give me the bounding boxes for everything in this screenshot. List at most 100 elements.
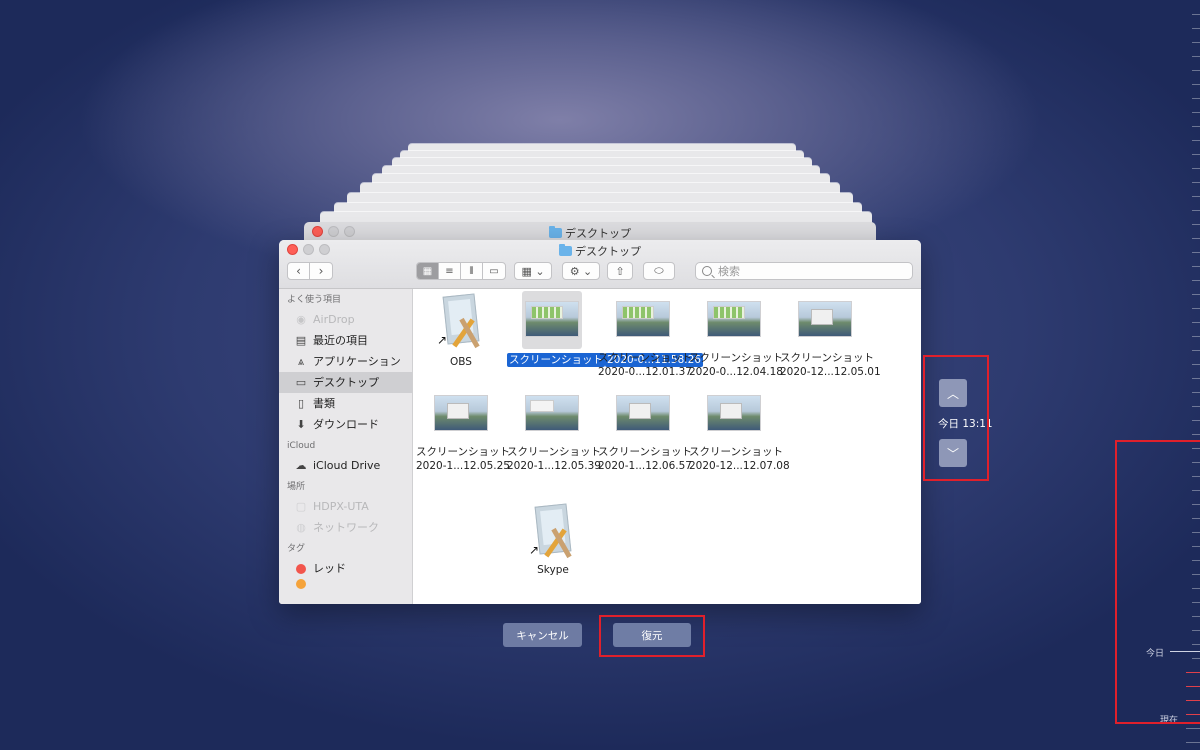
timeline-tick[interactable] <box>1192 308 1200 309</box>
timeline-tick[interactable] <box>1192 210 1200 211</box>
file-name-line: 2020-1...12.05.25 <box>416 460 510 472</box>
timeline-tick[interactable] <box>1192 168 1200 169</box>
network-icon: ◍ <box>296 521 306 534</box>
timeline-tick[interactable] <box>1192 28 1200 29</box>
timeline-tick[interactable] <box>1192 84 1200 85</box>
file-thumbnail <box>522 291 582 349</box>
timeline-tick[interactable] <box>1192 294 1200 295</box>
timeline-tick[interactable] <box>1192 126 1200 127</box>
sidebar-item-tag-orange[interactable] <box>279 579 412 589</box>
file-name-line: スクリーンショット <box>598 446 692 458</box>
share-button[interactable]: ⇧ <box>607 262 633 280</box>
file-item[interactable]: スクリーンショット 2020-1...12.06.57 <box>598 395 692 473</box>
file-name: スクリーンショット 2020-1...12.05.39 <box>507 445 601 473</box>
file-name-line: スクリーンショット <box>689 352 783 364</box>
list-view-button[interactable]: ≡ <box>439 263 461 279</box>
column-view-button[interactable]: ⫴ <box>461 263 483 279</box>
timeline-tick[interactable] <box>1192 14 1200 15</box>
highlight-box-timeline <box>1115 440 1200 724</box>
sidebar-item-documents[interactable]: ▯ 書類 <box>279 393 412 414</box>
file-area: ↗ OBS スクリーンショット 2020-0...11.58.26 スクリーンショ… <box>413 289 921 604</box>
timeline-tick[interactable] <box>1192 196 1200 197</box>
file-name-line: スクリーンショット <box>780 352 874 364</box>
file-thumbnail <box>798 301 852 337</box>
sidebar-header-favorites: よく使う項目 <box>287 295 342 305</box>
file-item-skype[interactable]: ↗ Skype <box>508 503 598 577</box>
timeline-tick[interactable] <box>1192 406 1200 407</box>
tag-button[interactable]: ⬭ <box>643 262 675 280</box>
window-title-text: デスクトップ <box>565 227 631 240</box>
timeline-tick[interactable] <box>1192 350 1200 351</box>
timeline-tick[interactable] <box>1192 252 1200 253</box>
icon-view-button[interactable]: ▦ <box>417 263 439 279</box>
file-item[interactable]: スクリーンショット 2020-0...12.01.37 <box>598 301 692 379</box>
timeline-tick[interactable] <box>1192 42 1200 43</box>
back-button[interactable]: ‹ <box>288 263 310 279</box>
file-name-line: 2020-0...12.01.37 <box>598 366 692 378</box>
file-name: スクリーンショット 2020-1...12.06.57 <box>598 445 692 473</box>
file-name: スクリーンショット 2020-0...12.01.37 <box>598 351 692 379</box>
sidebar-item-applications[interactable]: ⩓ アプリケーション <box>279 351 412 372</box>
sidebar-item-network[interactable]: ◍ ネットワーク <box>279 517 412 538</box>
timeline-tick[interactable] <box>1192 70 1200 71</box>
timeline-tick[interactable] <box>1192 182 1200 183</box>
file-thumbnail <box>707 301 761 337</box>
sidebar-item-icloud-drive[interactable]: ☁ iCloud Drive <box>279 455 412 476</box>
file-name: Skype <box>508 563 598 577</box>
sidebar-header-tags: タグ <box>287 544 306 554</box>
file-thumbnail <box>616 395 670 431</box>
timeline-tick[interactable] <box>1192 280 1200 281</box>
timeline-tick[interactable] <box>1192 266 1200 267</box>
timeline-tick[interactable] <box>1192 112 1200 113</box>
timeline-tick[interactable] <box>1192 364 1200 365</box>
timeline-tick[interactable] <box>1192 420 1200 421</box>
timeline-tick[interactable] <box>1192 392 1200 393</box>
cloud-icon: ☁ <box>295 459 307 472</box>
group-by-button[interactable]: ▦ ⌄ <box>514 262 552 280</box>
sidebar-item-desktop[interactable]: ▭ デスクトップ <box>279 372 412 393</box>
sidebar-item-label: ダウンロード <box>313 418 379 431</box>
search-input[interactable]: 検索 <box>695 262 913 280</box>
sidebar-item-airdrop[interactable]: ◉ AirDrop <box>279 309 412 330</box>
timeline-tick[interactable] <box>1192 56 1200 57</box>
sidebar-item-downloads[interactable]: ⬇ ダウンロード <box>279 414 412 435</box>
file-name: スクリーンショット 2020-0...12.04.18 <box>689 351 783 379</box>
sidebar-item-label: レッド <box>313 562 346 575</box>
sidebar-item-hdpx-uta[interactable]: ▢ HDPX-UTA <box>279 496 412 517</box>
folder-icon <box>549 226 562 238</box>
timeline-tick[interactable] <box>1186 742 1200 743</box>
timeline-tick[interactable] <box>1192 98 1200 99</box>
file-item[interactable]: スクリーンショット 2020-1...12.05.25 <box>416 395 510 473</box>
file-item[interactable]: スクリーンショット 2020-12...12.07.08 <box>689 395 790 473</box>
timeline-tick[interactable] <box>1192 238 1200 239</box>
sidebar-item-label: iCloud Drive <box>313 459 381 472</box>
timeline-tick[interactable] <box>1192 154 1200 155</box>
file-item-obs[interactable]: ↗ OBS <box>416 293 506 369</box>
timeline-tick[interactable] <box>1192 322 1200 323</box>
file-item[interactable]: スクリーンショット 2020-1...12.05.39 <box>507 395 601 473</box>
timeline-tick[interactable] <box>1192 140 1200 141</box>
timeline-tick[interactable] <box>1186 728 1200 729</box>
forward-button[interactable]: › <box>310 263 332 279</box>
sidebar-item-label: アプリケーション <box>313 355 401 368</box>
red-tag-icon <box>296 563 306 574</box>
timeline-tick[interactable] <box>1192 224 1200 225</box>
back-forward-control: ‹ › <box>287 262 333 280</box>
sidebar-item-label: 書類 <box>313 397 335 410</box>
timeline-tick[interactable] <box>1192 336 1200 337</box>
gallery-view-button[interactable]: ▭ <box>483 263 505 279</box>
file-name: スクリーンショット 2020-12...12.07.08 <box>689 445 790 473</box>
finder-window: デスクトップ ‹ › ▦ ≡ ⫴ ▭ ▦ ⌄ ⚙ ⌄ ⇧ ⬭ 検索 よく使う項目… <box>279 240 921 604</box>
sidebar-item-recents[interactable]: ▤ 最近の項目 <box>279 330 412 351</box>
timeline-tick[interactable] <box>1192 434 1200 435</box>
file-item[interactable]: スクリーンショット 2020-0...11.58.26 <box>507 291 703 367</box>
file-item[interactable]: スクリーンショット 2020-12...12.05.01 <box>780 301 881 379</box>
group-by-icon: ▦ ⌄ <box>521 264 545 278</box>
previous-finder-window[interactable]: デスクトップ <box>304 222 876 242</box>
timeline-tick[interactable] <box>1192 378 1200 379</box>
action-button[interactable]: ⚙ ⌄ <box>562 262 600 280</box>
sidebar-item-tag-red[interactable]: レッド <box>279 558 412 579</box>
cancel-button[interactable]: キャンセル <box>503 623 582 647</box>
file-item[interactable]: スクリーンショット 2020-0...12.04.18 <box>689 301 783 379</box>
file-name-line: スクリーンショット <box>507 446 601 458</box>
